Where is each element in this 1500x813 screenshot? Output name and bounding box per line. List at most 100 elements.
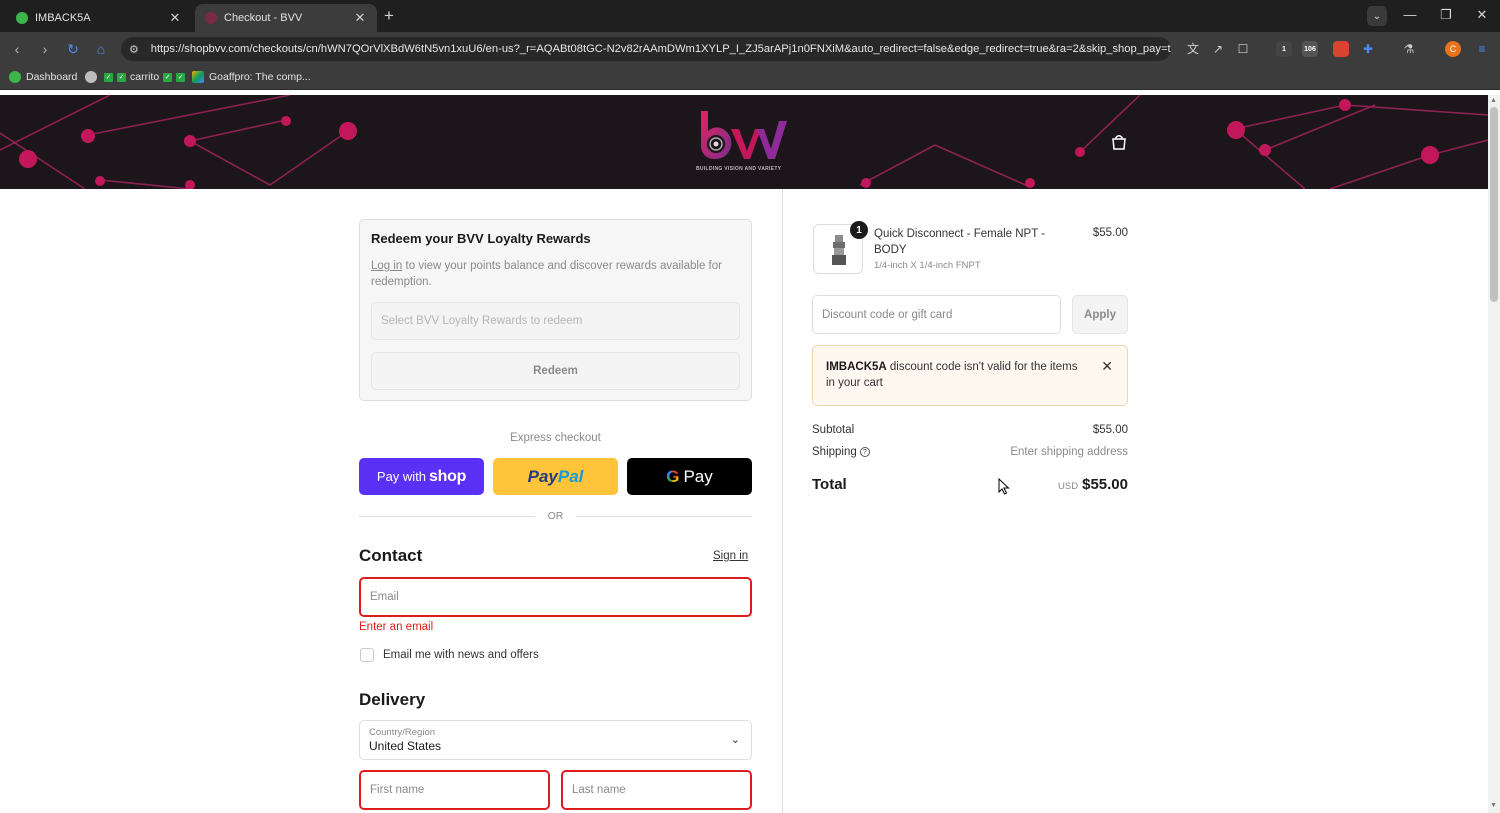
bvv-logo[interactable]: BUILDING VISION AND VARIETY bbox=[693, 107, 793, 173]
shipping-label: Shipping bbox=[812, 446, 857, 458]
discount-code-input[interactable]: Discount code or gift card bbox=[812, 295, 1061, 334]
shipping-row: Shipping? Enter shipping address bbox=[812, 446, 1128, 458]
paypal-button[interactable]: PayPal bbox=[493, 458, 618, 495]
check-icon: ✓ bbox=[163, 72, 173, 82]
scrollbar-thumb[interactable] bbox=[1490, 107, 1498, 302]
share-icon[interactable]: ↗ bbox=[1211, 42, 1225, 56]
menu-icon[interactable]: ≡ bbox=[1475, 42, 1489, 56]
subtotal-row: Subtotal $55.00 bbox=[812, 424, 1128, 436]
close-tab-icon[interactable]: ✕ bbox=[168, 10, 182, 26]
tab-favicon-icon bbox=[205, 12, 217, 24]
mouse-cursor-icon bbox=[998, 478, 1010, 495]
newsletter-checkbox-row[interactable]: Email me with news and offers bbox=[360, 648, 539, 662]
newsletter-label: Email me with news and offers bbox=[383, 649, 539, 661]
contact-heading: Contact bbox=[359, 546, 423, 565]
tab-search-icon[interactable]: ⌄ bbox=[1367, 6, 1387, 26]
site-info-icon[interactable]: ⚙ bbox=[129, 43, 147, 56]
paypal-logo: PayPal bbox=[527, 466, 584, 486]
tab-title: IMBACK5A bbox=[35, 12, 91, 24]
home-icon[interactable]: ⌂ bbox=[92, 41, 110, 57]
tab-favicon-icon bbox=[16, 12, 28, 24]
total-label: Total bbox=[812, 476, 847, 493]
dashboard-favicon-icon bbox=[9, 71, 21, 83]
browser-tab-imback5a[interactable]: IMBACK5A ✕ bbox=[6, 4, 192, 32]
logo-tagline: BUILDING VISION AND VARIETY bbox=[696, 166, 782, 172]
delivery-heading: Delivery bbox=[359, 690, 426, 709]
forward-icon[interactable]: › bbox=[36, 41, 54, 57]
subtotal-label: Subtotal bbox=[812, 424, 855, 436]
close-window-icon[interactable]: ✕ bbox=[1472, 7, 1492, 23]
column-divider bbox=[782, 189, 783, 813]
close-icon[interactable]: ✕ bbox=[1101, 358, 1113, 374]
discount-code: IMBACK5A bbox=[826, 361, 887, 373]
new-tab-icon[interactable]: + bbox=[384, 6, 394, 26]
browser-toolbar: ‹ › ↻ ⌂ ⚙ https://shopbvv.com/checkouts/… bbox=[0, 32, 1500, 66]
bvv-logo-mark bbox=[701, 111, 787, 159]
loyalty-rewards-card: Redeem your BVV Loyalty Rewards Log in t… bbox=[359, 219, 752, 401]
url-text: https://shopbvv.com/checkouts/cn/hWN7QOr… bbox=[150, 43, 1171, 55]
profile-avatar[interactable]: C bbox=[1445, 41, 1461, 57]
google-g-icon: G bbox=[666, 466, 680, 486]
apply-discount-button[interactable]: Apply bbox=[1072, 295, 1128, 334]
bookmark-goaffpro[interactable]: Goaffpro: The comp... bbox=[192, 71, 311, 83]
cart-bag-icon[interactable] bbox=[1110, 133, 1128, 151]
separator-line bbox=[576, 516, 752, 517]
browser-tab-checkout[interactable]: Checkout - BVV ✕ bbox=[195, 4, 377, 32]
discount-error-alert: IMBACK5A discount code isn't valid for t… bbox=[812, 345, 1128, 406]
extension-icon[interactable] bbox=[1333, 41, 1349, 57]
google-pay-button[interactable]: G Pay bbox=[627, 458, 752, 495]
extensions-puzzle-icon[interactable]: ✚ bbox=[1361, 42, 1375, 56]
bookmarks-bar: Dashboard ✓ ✓ carrito ✓ ✓ Goaffpro: The co… bbox=[0, 66, 1500, 90]
country-label: Country/Region bbox=[369, 727, 436, 738]
help-icon[interactable]: ? bbox=[859, 446, 870, 457]
scroll-up-icon[interactable]: ▲ bbox=[1490, 97, 1497, 104]
globe-icon bbox=[85, 71, 97, 83]
shop-pay-button[interactable]: Pay with shop bbox=[359, 458, 484, 495]
order-summary-panel bbox=[783, 189, 1488, 813]
bookmark-icon[interactable]: ☐ bbox=[1236, 42, 1250, 56]
redeem-button[interactable]: Redeem bbox=[371, 352, 740, 390]
tab-title: Checkout - BVV bbox=[224, 12, 303, 24]
labs-flask-icon[interactable]: ⚗ bbox=[1402, 42, 1416, 56]
sign-in-link[interactable]: Sign in bbox=[713, 550, 748, 562]
page-scrollbar[interactable]: ▲ ▼ bbox=[1488, 95, 1500, 813]
subtotal-value: $55.00 bbox=[1092, 424, 1128, 436]
loyalty-description: Log in to view your points balance and d… bbox=[371, 260, 722, 288]
check-icon: ✓ bbox=[176, 72, 186, 82]
back-icon[interactable]: ‹ bbox=[8, 41, 26, 57]
chevron-down-icon: ⌄ bbox=[730, 734, 740, 746]
express-checkout-label: Express checkout bbox=[510, 432, 601, 444]
newsletter-checkbox[interactable] bbox=[360, 648, 374, 662]
checkout-page: BUILDING VISION AND VARIETY Redeem your … bbox=[0, 95, 1488, 813]
loyalty-title: Redeem your BVV Loyalty Rewards bbox=[371, 231, 591, 246]
close-tab-icon[interactable]: ✕ bbox=[353, 10, 367, 26]
email-input[interactable]: Email bbox=[359, 577, 752, 617]
bookmark-dashboard[interactable]: Dashboard bbox=[9, 71, 77, 83]
total-currency: USD bbox=[1058, 481, 1079, 492]
restore-icon[interactable]: ❐ bbox=[1436, 7, 1456, 23]
translate-icon[interactable]: 文 bbox=[1186, 42, 1200, 56]
loyalty-rewards-select[interactable]: Select BVV Loyalty Rewards to redeem bbox=[371, 302, 740, 340]
minimize-icon[interactable]: — bbox=[1400, 7, 1420, 22]
browser-tab-bar: IMBACK5A ✕ Checkout - BVV ✕ + ⌄ — ❐ ✕ bbox=[0, 0, 1500, 32]
extension-icon[interactable]: 106 bbox=[1302, 41, 1318, 57]
reload-icon[interactable]: ↻ bbox=[64, 41, 82, 58]
scroll-down-icon[interactable]: ▼ bbox=[1490, 802, 1497, 809]
check-icon: ✓ bbox=[117, 72, 126, 82]
product-variant: 1/4-inch X 1/4-inch FNPT bbox=[874, 260, 981, 271]
shipping-value: Enter shipping address bbox=[1010, 446, 1128, 458]
bookmark-carrito[interactable]: ✓ ✓ carrito ✓ ✓ bbox=[85, 71, 187, 83]
loyalty-login-link[interactable]: Log in bbox=[371, 260, 402, 272]
extension-icon[interactable]: 1 bbox=[1276, 41, 1292, 57]
address-bar[interactable]: ⚙ https://shopbvv.com/checkouts/cn/hWN7Q… bbox=[121, 37, 1171, 61]
check-icon: ✓ bbox=[104, 72, 113, 82]
total-value: USD $55.00 bbox=[1058, 476, 1128, 493]
country-value: United States bbox=[369, 739, 442, 753]
quantity-badge: 1 bbox=[850, 221, 868, 239]
product-price: $55.00 bbox=[1092, 227, 1128, 239]
last-name-input[interactable]: Last name bbox=[561, 770, 752, 810]
product-name: Quick Disconnect - Female NPT - BODY bbox=[874, 228, 1046, 256]
first-name-input[interactable]: First name bbox=[359, 770, 550, 810]
email-error-message: Enter an email bbox=[359, 621, 434, 633]
country-region-select[interactable]: Country/Region United States ⌄ bbox=[359, 720, 752, 760]
